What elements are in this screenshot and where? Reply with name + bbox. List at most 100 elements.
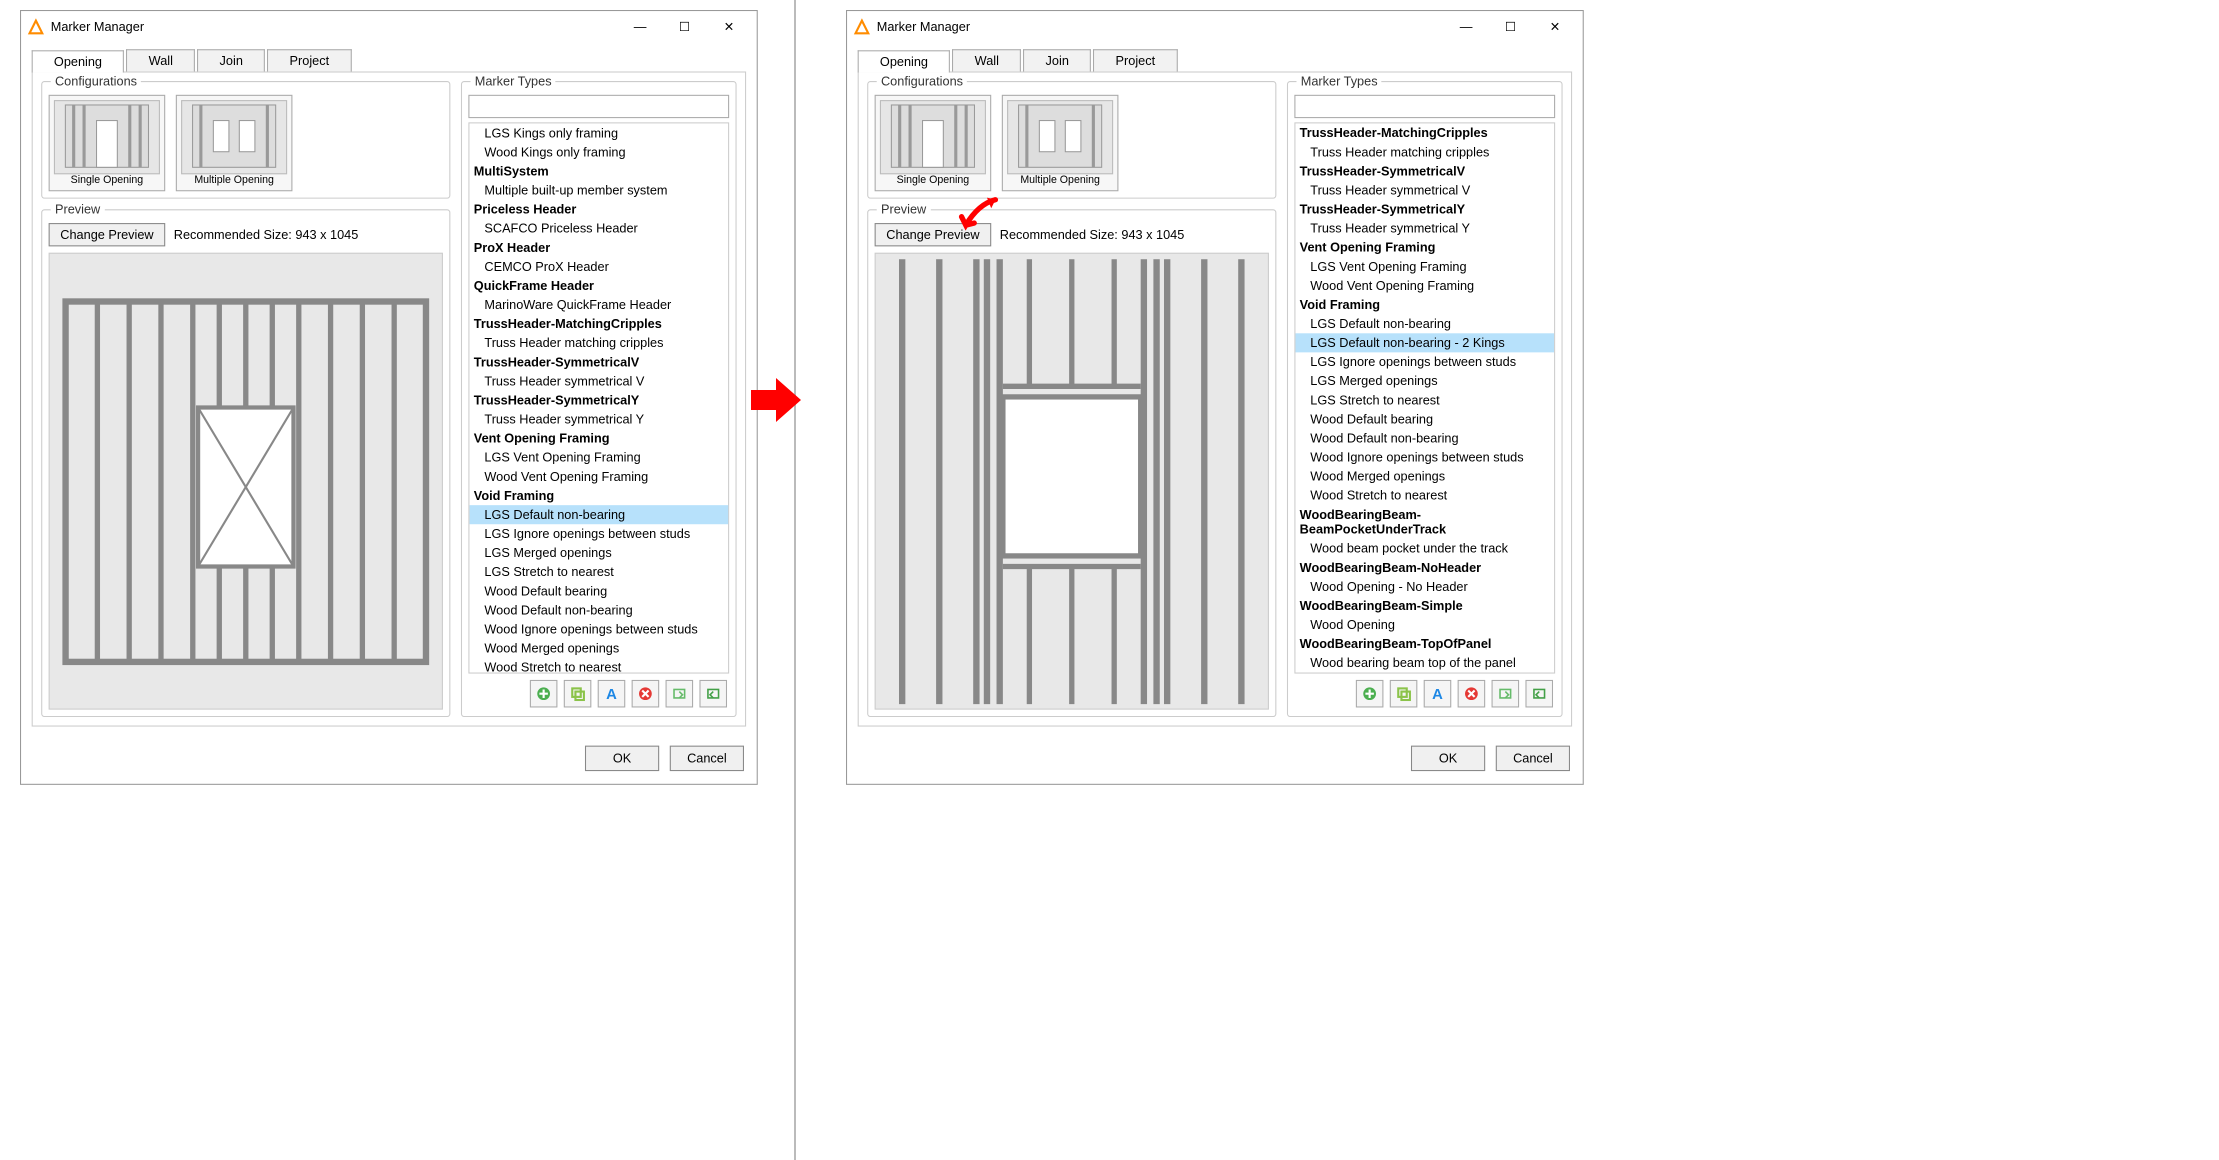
- marker-type-item[interactable]: CEMCO ProX Header: [469, 257, 728, 276]
- marker-type-group-header: TrussHeader-SymmetricalY: [1295, 200, 1554, 219]
- marker-type-item[interactable]: LGS Default non-bearing: [1295, 314, 1554, 333]
- marker-type-item[interactable]: LGS Merged openings: [1295, 371, 1554, 390]
- marker-type-item[interactable]: Wood Vent Opening Framing: [469, 467, 728, 486]
- marker-type-item[interactable]: Wood Default non-bearing: [469, 600, 728, 619]
- marker-type-item[interactable]: Wood bearing beam top of the panel: [1295, 653, 1554, 672]
- config-single-opening[interactable]: Single Opening: [49, 95, 166, 191]
- marker-types-list[interactable]: TrussHeader-MatchingCripplesTruss Header…: [1294, 122, 1555, 673]
- marker-type-item[interactable]: Truss Header symmetrical V: [1295, 181, 1554, 200]
- marker-type-item[interactable]: LGS Vent Opening Framing: [1295, 257, 1554, 276]
- marker-type-item[interactable]: LGS Ignore openings between studs: [1295, 352, 1554, 371]
- marker-types-group: Marker Types TrussHeader-MatchingCripple…: [1287, 81, 1563, 717]
- tab-opening[interactable]: Opening: [32, 50, 125, 72]
- marker-type-item[interactable]: LGS Default non-bearing: [469, 505, 728, 524]
- marker-type-group-header: MultiSystem: [469, 162, 728, 181]
- cancel-button[interactable]: Cancel: [1496, 746, 1570, 771]
- marker-type-item[interactable]: Truss Header symmetrical Y: [1295, 219, 1554, 238]
- preview-framing-svg: [881, 259, 1263, 704]
- marker-type-item[interactable]: LGS Kings only framing: [469, 123, 728, 142]
- import-icon[interactable]: [699, 680, 727, 708]
- marker-types-search-input[interactable]: [1294, 95, 1555, 118]
- marker-type-item[interactable]: Truss Header symmetrical Y: [469, 410, 728, 429]
- marker-type-item[interactable]: LGS Ignore openings between studs: [469, 524, 728, 543]
- marker-type-item[interactable]: SCAFCO Priceless Header: [469, 219, 728, 238]
- marker-type-item[interactable]: Wood Default bearing: [1295, 410, 1554, 429]
- marker-type-item[interactable]: Wood Kings only framing: [469, 143, 728, 162]
- cancel-button[interactable]: Cancel: [670, 746, 744, 771]
- change-preview-button[interactable]: Change Preview: [49, 223, 166, 246]
- marker-type-group-header: Vent Opening Framing: [469, 429, 728, 448]
- close-button[interactable]: ✕: [1540, 16, 1570, 37]
- marker-type-item[interactable]: Truss Header matching cripples: [469, 333, 728, 352]
- tab-bar: Opening Wall Join Project: [21, 43, 757, 72]
- marker-type-item[interactable]: LGS Stretch to nearest: [469, 562, 728, 581]
- configurations-label: Configurations: [877, 74, 968, 89]
- marker-types-group: Marker Types LGS Kings only framingWood …: [461, 81, 737, 717]
- marker-type-item[interactable]: Wood Merged openings: [1295, 467, 1554, 486]
- config-multiple-opening[interactable]: Multiple Opening: [176, 95, 293, 191]
- marker-manager-window-right: Marker Manager — ☐ ✕ Opening Wall Join P…: [846, 10, 1584, 785]
- marker-type-group-header: QuickFrame Header: [469, 276, 728, 295]
- marker-type-item[interactable]: MarinoWare QuickFrame Header: [469, 295, 728, 314]
- marker-type-item[interactable]: Truss Header matching cripples: [1295, 143, 1554, 162]
- minimize-button[interactable]: —: [625, 16, 655, 37]
- marker-type-item[interactable]: Wood Ignore openings between studs: [1295, 448, 1554, 467]
- copy-icon[interactable]: [1390, 680, 1418, 708]
- config-single-label: Single Opening: [897, 174, 969, 186]
- marker-type-item[interactable]: Wood Ignore openings between studs: [469, 619, 728, 638]
- marker-types-search-input[interactable]: [468, 95, 729, 118]
- close-button[interactable]: ✕: [714, 16, 744, 37]
- marker-type-item[interactable]: Truss Header symmetrical V: [469, 371, 728, 390]
- marker-type-item[interactable]: Wood Opening: [1295, 615, 1554, 634]
- tab-wall[interactable]: Wall: [952, 49, 1021, 71]
- add-icon[interactable]: [1356, 680, 1384, 708]
- marker-type-group-header: TrussHeader-SymmetricalV: [1295, 162, 1554, 181]
- tab-wall[interactable]: Wall: [126, 49, 195, 71]
- add-icon[interactable]: [530, 680, 558, 708]
- marker-types-list[interactable]: LGS Kings only framingWood Kings only fr…: [468, 122, 729, 673]
- text-icon[interactable]: A: [598, 680, 626, 708]
- tab-opening[interactable]: Opening: [858, 50, 951, 72]
- marker-type-group-header: WoodBearingBeam-NoHeader: [1295, 558, 1554, 577]
- preview-framing-svg: [55, 280, 437, 683]
- text-icon[interactable]: A: [1424, 680, 1452, 708]
- config-multiple-opening[interactable]: Multiple Opening: [1002, 95, 1119, 191]
- maximize-button[interactable]: ☐: [670, 16, 700, 37]
- preview-label: Preview: [877, 202, 931, 217]
- delete-icon[interactable]: [1458, 680, 1486, 708]
- copy-icon[interactable]: [564, 680, 592, 708]
- marker-type-item[interactable]: Wood Stretch to nearest: [1295, 486, 1554, 505]
- ok-button[interactable]: OK: [585, 746, 659, 771]
- tab-project[interactable]: Project: [1093, 49, 1177, 71]
- marker-type-item[interactable]: LGS Stretch to nearest: [1295, 391, 1554, 410]
- preview-group: Preview Change Preview Recommended Size:…: [41, 209, 450, 717]
- tab-project[interactable]: Project: [267, 49, 351, 71]
- marker-type-item[interactable]: Wood Vent Opening Framing: [1295, 276, 1554, 295]
- config-single-opening[interactable]: Single Opening: [875, 95, 992, 191]
- marker-type-item[interactable]: Wood Default bearing: [469, 581, 728, 600]
- tab-join[interactable]: Join: [1023, 49, 1091, 71]
- ok-button[interactable]: OK: [1411, 746, 1485, 771]
- marker-type-item[interactable]: Wood Default non-bearing: [1295, 429, 1554, 448]
- minimize-button[interactable]: —: [1451, 16, 1481, 37]
- marker-type-item[interactable]: Wood Stretch to nearest: [469, 658, 728, 674]
- tab-join[interactable]: Join: [197, 49, 265, 71]
- maximize-button[interactable]: ☐: [1496, 16, 1526, 37]
- marker-type-group-header: TrussHeader-MatchingCripples: [1295, 123, 1554, 142]
- marker-type-group-header: WoodBearingBeam-TopOfPanel: [1295, 634, 1554, 653]
- marker-manager-window-left: Marker Manager — ☐ ✕ Opening Wall Join P…: [20, 10, 758, 785]
- marker-type-item[interactable]: Wood Opening - No Header: [1295, 577, 1554, 596]
- import-icon[interactable]: [1525, 680, 1553, 708]
- export-icon[interactable]: [1492, 680, 1520, 708]
- window-title: Marker Manager: [877, 20, 1452, 35]
- marker-type-item[interactable]: Multiple built-up member system: [469, 181, 728, 200]
- marker-type-item[interactable]: LGS Default non-bearing - 2 Kings: [1295, 333, 1554, 352]
- export-icon[interactable]: [666, 680, 694, 708]
- marker-type-item[interactable]: LGS Merged openings: [469, 543, 728, 562]
- marker-type-item[interactable]: LGS Vent Opening Framing: [469, 448, 728, 467]
- delete-icon[interactable]: [632, 680, 660, 708]
- marker-type-item[interactable]: Wood beam pocket under the track: [1295, 539, 1554, 558]
- marker-types-toolbar: A: [1294, 674, 1555, 710]
- marker-type-item[interactable]: Wood Merged openings: [469, 639, 728, 658]
- marker-type-group-header: WoodBearingBeam-Simple: [1295, 596, 1554, 615]
